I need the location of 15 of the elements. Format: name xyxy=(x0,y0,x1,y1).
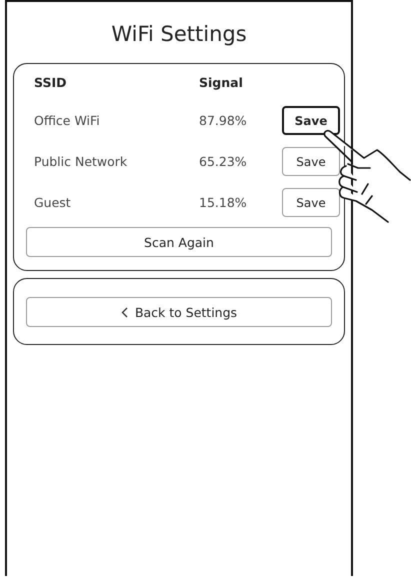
signal-cell-text: 87.98% xyxy=(199,113,248,128)
scan-again-button[interactable]: Scan Again xyxy=(26,227,332,257)
column-header: Signal xyxy=(199,74,244,92)
save-button[interactable]: Save xyxy=(282,106,340,135)
column-header: SSID xyxy=(34,74,68,92)
screen-title: WiFi Settings xyxy=(110,22,248,46)
ssid-cell-text: Guest xyxy=(34,195,72,210)
save-button[interactable]: Save xyxy=(282,188,340,217)
signal-cell-text: 65.23% xyxy=(199,154,248,169)
ssid-cell-text: Office WiFi xyxy=(34,113,101,128)
signal-cell-text: 15.18% xyxy=(199,195,248,210)
chevron-left-icon xyxy=(120,306,128,318)
ssid-cell-text: Public Network xyxy=(34,154,128,169)
save-button[interactable]: Save xyxy=(282,147,340,176)
back-button[interactable]: Back to Settings xyxy=(26,297,332,327)
